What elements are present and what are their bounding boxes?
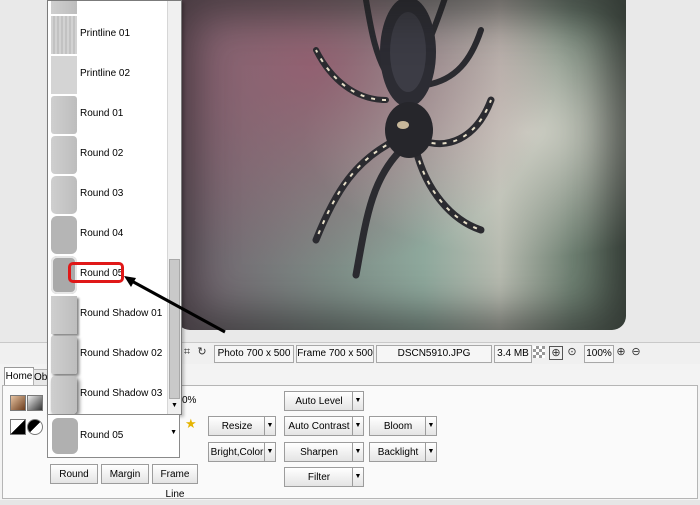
chevron-down-icon[interactable]: ▼	[170, 429, 177, 436]
frame-style-select[interactable]: Round 05 ▼	[47, 414, 180, 458]
frame-thumbnail	[52, 418, 78, 454]
